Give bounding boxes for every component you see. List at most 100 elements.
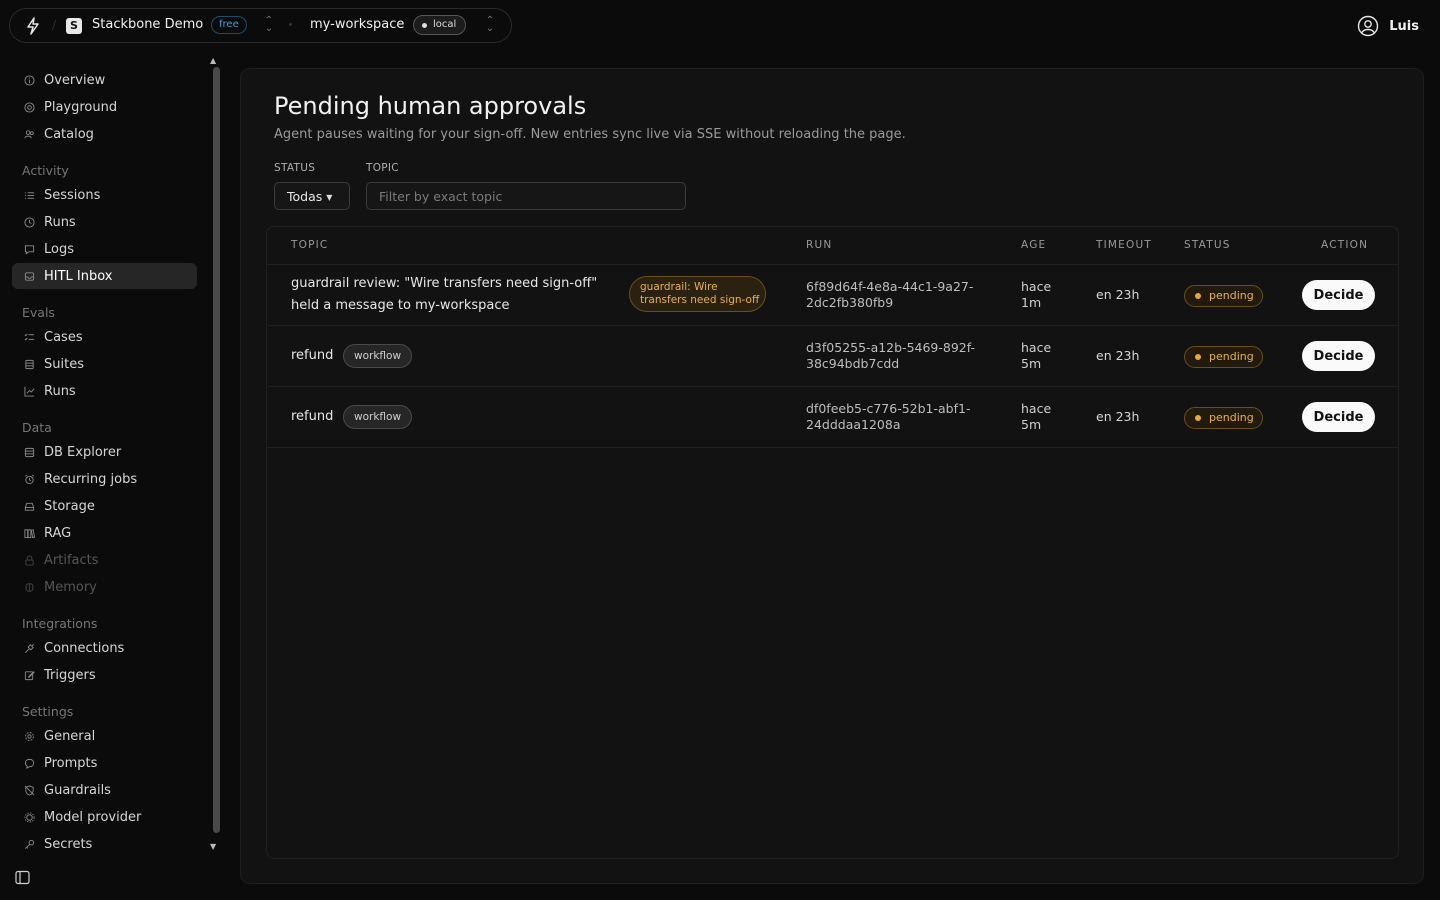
cpu-icon (24, 811, 35, 823)
sidebar-item-suites[interactable]: Suites (12, 351, 197, 377)
column-header-topic: TOPIC (291, 239, 329, 251)
sidebar-item-model-provider[interactable]: Model provider (12, 804, 197, 830)
sidebar-item-secrets[interactable]: Secrets (12, 831, 197, 857)
chart-icon (24, 386, 35, 397)
sidebar-item-db-explorer[interactable]: DB Explorer (12, 439, 197, 465)
sidebar-item-storage[interactable]: Storage (12, 493, 197, 519)
org-name[interactable]: Stackbone Demo (92, 17, 203, 32)
decide-button[interactable]: Decide (1302, 341, 1375, 371)
sidebar-item-connections[interactable]: Connections (12, 635, 197, 661)
sidebar-item-general[interactable]: General (12, 723, 197, 749)
row-run-line: 24dddaa1208a (806, 417, 901, 432)
sidebar-section-activity: Activity (22, 163, 69, 178)
sidebar-toggle-icon[interactable] (15, 870, 30, 885)
sidebar-item-label: Overview (44, 72, 106, 88)
sidebar-item-triggers[interactable]: Triggers (12, 662, 197, 688)
row-timeout: en 23h (1096, 287, 1140, 302)
decide-button[interactable]: Decide (1302, 280, 1375, 310)
org-switcher-chevron-icon[interactable]: ⌃ ⌄ (264, 16, 274, 34)
checklist-icon (24, 333, 35, 340)
workspace-switcher-bar: / S Stackbone Demo free ⌃ ⌄ my-workspace … (9, 8, 512, 43)
row-run-line: 6f89d64f-4e8a-44c1-9a27- (806, 279, 974, 294)
main-panel: Pending human approvals Agent pauses wai… (240, 68, 1424, 884)
lock-icon (25, 554, 34, 566)
row-topic-line: held a message to my-workspace (291, 298, 510, 313)
row-run-line: 38c94bdb7cdd (806, 356, 900, 371)
workspace-switcher-chevron-icon[interactable]: ⌃ ⌄ (485, 16, 495, 34)
plug-icon (25, 643, 34, 653)
column-header-age: AGE (1021, 239, 1047, 251)
workspace-name[interactable]: my-workspace (310, 17, 404, 32)
inbox-icon (24, 271, 35, 281)
sidebar-item-label: Triggers (44, 667, 96, 683)
drive-icon (24, 502, 35, 511)
column-header-timeout: TIMEOUT (1096, 239, 1152, 251)
sidebar-item-label: RAG (44, 525, 72, 541)
sidebar-item-playground[interactable]: Playground (12, 94, 197, 120)
row-topic: refund (291, 409, 334, 424)
status-badge-label: pending (1209, 289, 1254, 302)
info-icon (24, 74, 35, 86)
sidebar-item-catalog[interactable]: Catalog (12, 121, 197, 147)
sidebar-scrollbar[interactable] (213, 67, 220, 833)
user-circle-icon (1358, 15, 1379, 37)
row-run-id[interactable]: d3f05255-a12b-5469-892f- 38c94bdb7cdd (806, 340, 991, 372)
row-age-line: hace (1021, 279, 1052, 294)
list-icon (24, 191, 35, 199)
row-run-line: df0feeb5-c776-52b1-abf1- (806, 401, 971, 416)
sidebar-section-integrations: Integrations (22, 616, 98, 631)
row-age-line: 5m (1021, 356, 1042, 371)
row-topic: guardrail review: "Wire transfers need s… (291, 273, 597, 317)
layers-icon (25, 359, 34, 369)
sidebar-item-rag[interactable]: RAG (12, 520, 197, 546)
shield-off-icon (24, 784, 35, 796)
sidebar-item-label: Connections (44, 640, 125, 656)
sidebar-item-label: Model provider (44, 809, 142, 825)
sidebar-item-label: Runs (44, 383, 76, 399)
sidebar-item-label: Artifacts (44, 552, 99, 568)
caret-down-icon: ▼ (326, 192, 333, 202)
breadcrumb-dot (289, 23, 292, 26)
table-row-divider (267, 447, 1398, 448)
edit-icon (24, 670, 35, 680)
chat-icon (24, 758, 35, 769)
user-name: Luis (1389, 18, 1419, 34)
sidebar-item-sessions[interactable]: Sessions (12, 182, 197, 208)
approvals-table: TOPIC RUN AGE TIMEOUT STATUS ACTION guar… (266, 226, 1399, 859)
row-age-line: 1m (1021, 295, 1042, 310)
sidebar-item-hitl-inbox[interactable]: HITL Inbox (12, 263, 197, 289)
row-run-id[interactable]: 6f89d64f-4e8a-44c1-9a27- 2dc2fb380fb9 (806, 279, 991, 311)
workflow-tag: workflow (343, 344, 413, 368)
sidebar-item-label: Suites (44, 356, 84, 372)
status-filter-label: STATUS (274, 162, 316, 174)
status-dot-icon (1195, 354, 1201, 360)
sidebar-item-guardrails[interactable]: Guardrails (12, 777, 197, 803)
sidebar-section-evals: Evals (22, 305, 55, 320)
column-header-run: RUN (806, 239, 833, 251)
status-filter-select[interactable]: Todas ▼ (274, 182, 350, 210)
lightning-logo-icon (27, 17, 39, 35)
sidebar-scroll-up-icon[interactable]: ▲ (210, 56, 216, 65)
decide-button[interactable]: Decide (1302, 402, 1375, 432)
sidebar-item-cases[interactable]: Cases (12, 324, 197, 350)
sidebar-item-memory: Memory (12, 574, 197, 600)
topic-filter-input[interactable] (366, 182, 686, 210)
row-run-id[interactable]: df0feeb5-c776-52b1-abf1- 24dddaa1208a (806, 401, 991, 433)
sidebar-item-label: Memory (44, 579, 97, 595)
sidebar-item-logs[interactable]: Logs (12, 236, 197, 262)
row-timeout: en 23h (1096, 409, 1140, 424)
sidebar-item-label: Prompts (44, 755, 98, 771)
sidebar-item-overview[interactable]: Overview (12, 67, 197, 93)
sidebar-item-recurring-jobs[interactable]: Recurring jobs (12, 466, 197, 492)
books-icon (24, 528, 35, 538)
row-topic-line: guardrail review: "Wire transfers need s… (291, 276, 598, 291)
page-title: Pending human approvals (274, 92, 587, 120)
sidebar-item-eval-runs[interactable]: Runs (12, 378, 197, 404)
user-menu[interactable]: Luis (1357, 15, 1419, 37)
sidebar-scroll-down-icon[interactable]: ▼ (210, 842, 216, 851)
row-age-line: hace (1021, 401, 1052, 416)
sidebar-item-runs[interactable]: Runs (12, 209, 197, 235)
row-age-line: 5m (1021, 417, 1042, 432)
sidebar-item-prompts[interactable]: Prompts (12, 750, 197, 776)
row-topic: refund (291, 348, 334, 363)
